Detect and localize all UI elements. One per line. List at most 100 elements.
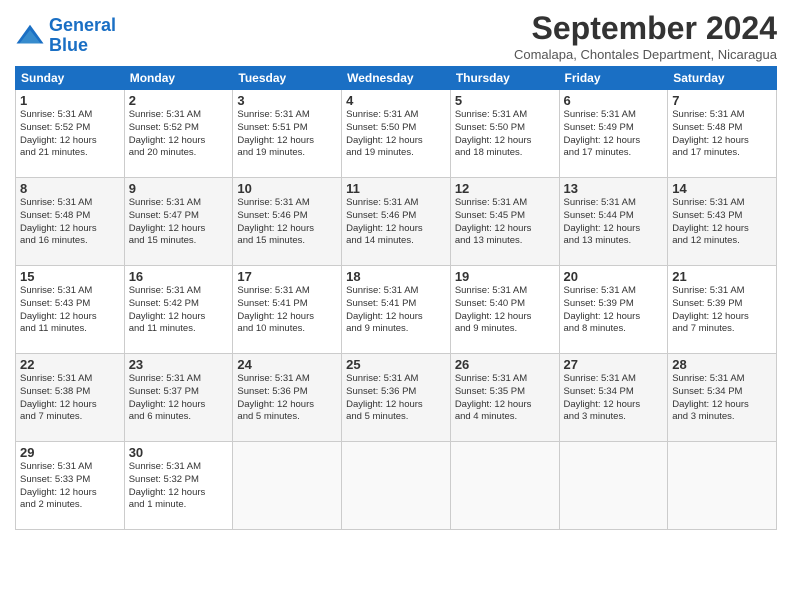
day-number: 5 (455, 93, 555, 108)
calendar: Sunday Monday Tuesday Wednesday Thursday… (15, 66, 777, 530)
logo-text: General Blue (49, 16, 116, 56)
table-row: 25Sunrise: 5:31 AM Sunset: 5:36 PM Dayli… (342, 354, 451, 442)
week-row: 1Sunrise: 5:31 AM Sunset: 5:52 PM Daylig… (16, 90, 777, 178)
day-info: Sunrise: 5:31 AM Sunset: 5:36 PM Dayligh… (346, 373, 446, 424)
day-number: 27 (564, 357, 664, 372)
col-monday: Monday (124, 67, 233, 90)
table-row: 21Sunrise: 5:31 AM Sunset: 5:39 PM Dayli… (668, 266, 777, 354)
day-number: 30 (129, 445, 229, 460)
day-number: 19 (455, 269, 555, 284)
table-row: 24Sunrise: 5:31 AM Sunset: 5:36 PM Dayli… (233, 354, 342, 442)
day-info: Sunrise: 5:31 AM Sunset: 5:34 PM Dayligh… (672, 373, 772, 424)
day-number: 10 (237, 181, 337, 196)
col-sunday: Sunday (16, 67, 125, 90)
table-row: 13Sunrise: 5:31 AM Sunset: 5:44 PM Dayli… (559, 178, 668, 266)
table-row: 27Sunrise: 5:31 AM Sunset: 5:34 PM Dayli… (559, 354, 668, 442)
day-info: Sunrise: 5:31 AM Sunset: 5:48 PM Dayligh… (672, 109, 772, 160)
day-number: 14 (672, 181, 772, 196)
table-row (233, 442, 342, 530)
day-info: Sunrise: 5:31 AM Sunset: 5:35 PM Dayligh… (455, 373, 555, 424)
table-row: 8Sunrise: 5:31 AM Sunset: 5:48 PM Daylig… (16, 178, 125, 266)
day-number: 17 (237, 269, 337, 284)
day-number: 26 (455, 357, 555, 372)
day-info: Sunrise: 5:31 AM Sunset: 5:48 PM Dayligh… (20, 197, 120, 248)
table-row (450, 442, 559, 530)
table-row: 28Sunrise: 5:31 AM Sunset: 5:34 PM Dayli… (668, 354, 777, 442)
day-info: Sunrise: 5:31 AM Sunset: 5:50 PM Dayligh… (346, 109, 446, 160)
day-info: Sunrise: 5:31 AM Sunset: 5:47 PM Dayligh… (129, 197, 229, 248)
day-info: Sunrise: 5:31 AM Sunset: 5:52 PM Dayligh… (20, 109, 120, 160)
day-number: 1 (20, 93, 120, 108)
table-row: 30Sunrise: 5:31 AM Sunset: 5:32 PM Dayli… (124, 442, 233, 530)
table-row: 20Sunrise: 5:31 AM Sunset: 5:39 PM Dayli… (559, 266, 668, 354)
table-row: 1Sunrise: 5:31 AM Sunset: 5:52 PM Daylig… (16, 90, 125, 178)
day-number: 16 (129, 269, 229, 284)
table-row: 5Sunrise: 5:31 AM Sunset: 5:50 PM Daylig… (450, 90, 559, 178)
day-info: Sunrise: 5:31 AM Sunset: 5:33 PM Dayligh… (20, 461, 120, 512)
day-info: Sunrise: 5:31 AM Sunset: 5:45 PM Dayligh… (455, 197, 555, 248)
day-number: 15 (20, 269, 120, 284)
day-info: Sunrise: 5:31 AM Sunset: 5:43 PM Dayligh… (672, 197, 772, 248)
day-info: Sunrise: 5:31 AM Sunset: 5:37 PM Dayligh… (129, 373, 229, 424)
day-info: Sunrise: 5:31 AM Sunset: 5:49 PM Dayligh… (564, 109, 664, 160)
calendar-body: 1Sunrise: 5:31 AM Sunset: 5:52 PM Daylig… (16, 90, 777, 530)
day-number: 12 (455, 181, 555, 196)
month-title: September 2024 (514, 10, 777, 47)
day-info: Sunrise: 5:31 AM Sunset: 5:36 PM Dayligh… (237, 373, 337, 424)
day-info: Sunrise: 5:31 AM Sunset: 5:41 PM Dayligh… (237, 285, 337, 336)
logo: General Blue (15, 16, 116, 56)
day-info: Sunrise: 5:31 AM Sunset: 5:32 PM Dayligh… (129, 461, 229, 512)
table-row: 4Sunrise: 5:31 AM Sunset: 5:50 PM Daylig… (342, 90, 451, 178)
week-row: 8Sunrise: 5:31 AM Sunset: 5:48 PM Daylig… (16, 178, 777, 266)
day-number: 20 (564, 269, 664, 284)
day-number: 21 (672, 269, 772, 284)
table-row: 12Sunrise: 5:31 AM Sunset: 5:45 PM Dayli… (450, 178, 559, 266)
day-info: Sunrise: 5:31 AM Sunset: 5:41 PM Dayligh… (346, 285, 446, 336)
table-row: 3Sunrise: 5:31 AM Sunset: 5:51 PM Daylig… (233, 90, 342, 178)
table-row: 2Sunrise: 5:31 AM Sunset: 5:52 PM Daylig… (124, 90, 233, 178)
table-row: 18Sunrise: 5:31 AM Sunset: 5:41 PM Dayli… (342, 266, 451, 354)
title-section: September 2024 Comalapa, Chontales Depar… (514, 10, 777, 62)
day-number: 2 (129, 93, 229, 108)
table-row: 14Sunrise: 5:31 AM Sunset: 5:43 PM Dayli… (668, 178, 777, 266)
day-info: Sunrise: 5:31 AM Sunset: 5:46 PM Dayligh… (346, 197, 446, 248)
table-row: 6Sunrise: 5:31 AM Sunset: 5:49 PM Daylig… (559, 90, 668, 178)
table-row: 10Sunrise: 5:31 AM Sunset: 5:46 PM Dayli… (233, 178, 342, 266)
col-wednesday: Wednesday (342, 67, 451, 90)
day-info: Sunrise: 5:31 AM Sunset: 5:38 PM Dayligh… (20, 373, 120, 424)
table-row: 15Sunrise: 5:31 AM Sunset: 5:43 PM Dayli… (16, 266, 125, 354)
table-row: 7Sunrise: 5:31 AM Sunset: 5:48 PM Daylig… (668, 90, 777, 178)
day-info: Sunrise: 5:31 AM Sunset: 5:44 PM Dayligh… (564, 197, 664, 248)
day-number: 9 (129, 181, 229, 196)
day-number: 6 (564, 93, 664, 108)
day-info: Sunrise: 5:31 AM Sunset: 5:46 PM Dayligh… (237, 197, 337, 248)
day-number: 11 (346, 181, 446, 196)
table-row: 29Sunrise: 5:31 AM Sunset: 5:33 PM Dayli… (16, 442, 125, 530)
day-number: 25 (346, 357, 446, 372)
day-number: 13 (564, 181, 664, 196)
table-row: 9Sunrise: 5:31 AM Sunset: 5:47 PM Daylig… (124, 178, 233, 266)
day-number: 3 (237, 93, 337, 108)
day-info: Sunrise: 5:31 AM Sunset: 5:39 PM Dayligh… (564, 285, 664, 336)
week-row: 29Sunrise: 5:31 AM Sunset: 5:33 PM Dayli… (16, 442, 777, 530)
day-number: 7 (672, 93, 772, 108)
day-number: 4 (346, 93, 446, 108)
day-info: Sunrise: 5:31 AM Sunset: 5:43 PM Dayligh… (20, 285, 120, 336)
day-info: Sunrise: 5:31 AM Sunset: 5:52 PM Dayligh… (129, 109, 229, 160)
day-info: Sunrise: 5:31 AM Sunset: 5:42 PM Dayligh… (129, 285, 229, 336)
table-row: 17Sunrise: 5:31 AM Sunset: 5:41 PM Dayli… (233, 266, 342, 354)
col-thursday: Thursday (450, 67, 559, 90)
table-row: 16Sunrise: 5:31 AM Sunset: 5:42 PM Dayli… (124, 266, 233, 354)
day-number: 29 (20, 445, 120, 460)
col-friday: Friday (559, 67, 668, 90)
header-row: Sunday Monday Tuesday Wednesday Thursday… (16, 67, 777, 90)
day-number: 24 (237, 357, 337, 372)
day-info: Sunrise: 5:31 AM Sunset: 5:50 PM Dayligh… (455, 109, 555, 160)
table-row: 22Sunrise: 5:31 AM Sunset: 5:38 PM Dayli… (16, 354, 125, 442)
day-number: 18 (346, 269, 446, 284)
table-row (559, 442, 668, 530)
day-info: Sunrise: 5:31 AM Sunset: 5:40 PM Dayligh… (455, 285, 555, 336)
table-row (668, 442, 777, 530)
day-info: Sunrise: 5:31 AM Sunset: 5:34 PM Dayligh… (564, 373, 664, 424)
page: General Blue September 2024 Comalapa, Ch… (0, 0, 792, 612)
